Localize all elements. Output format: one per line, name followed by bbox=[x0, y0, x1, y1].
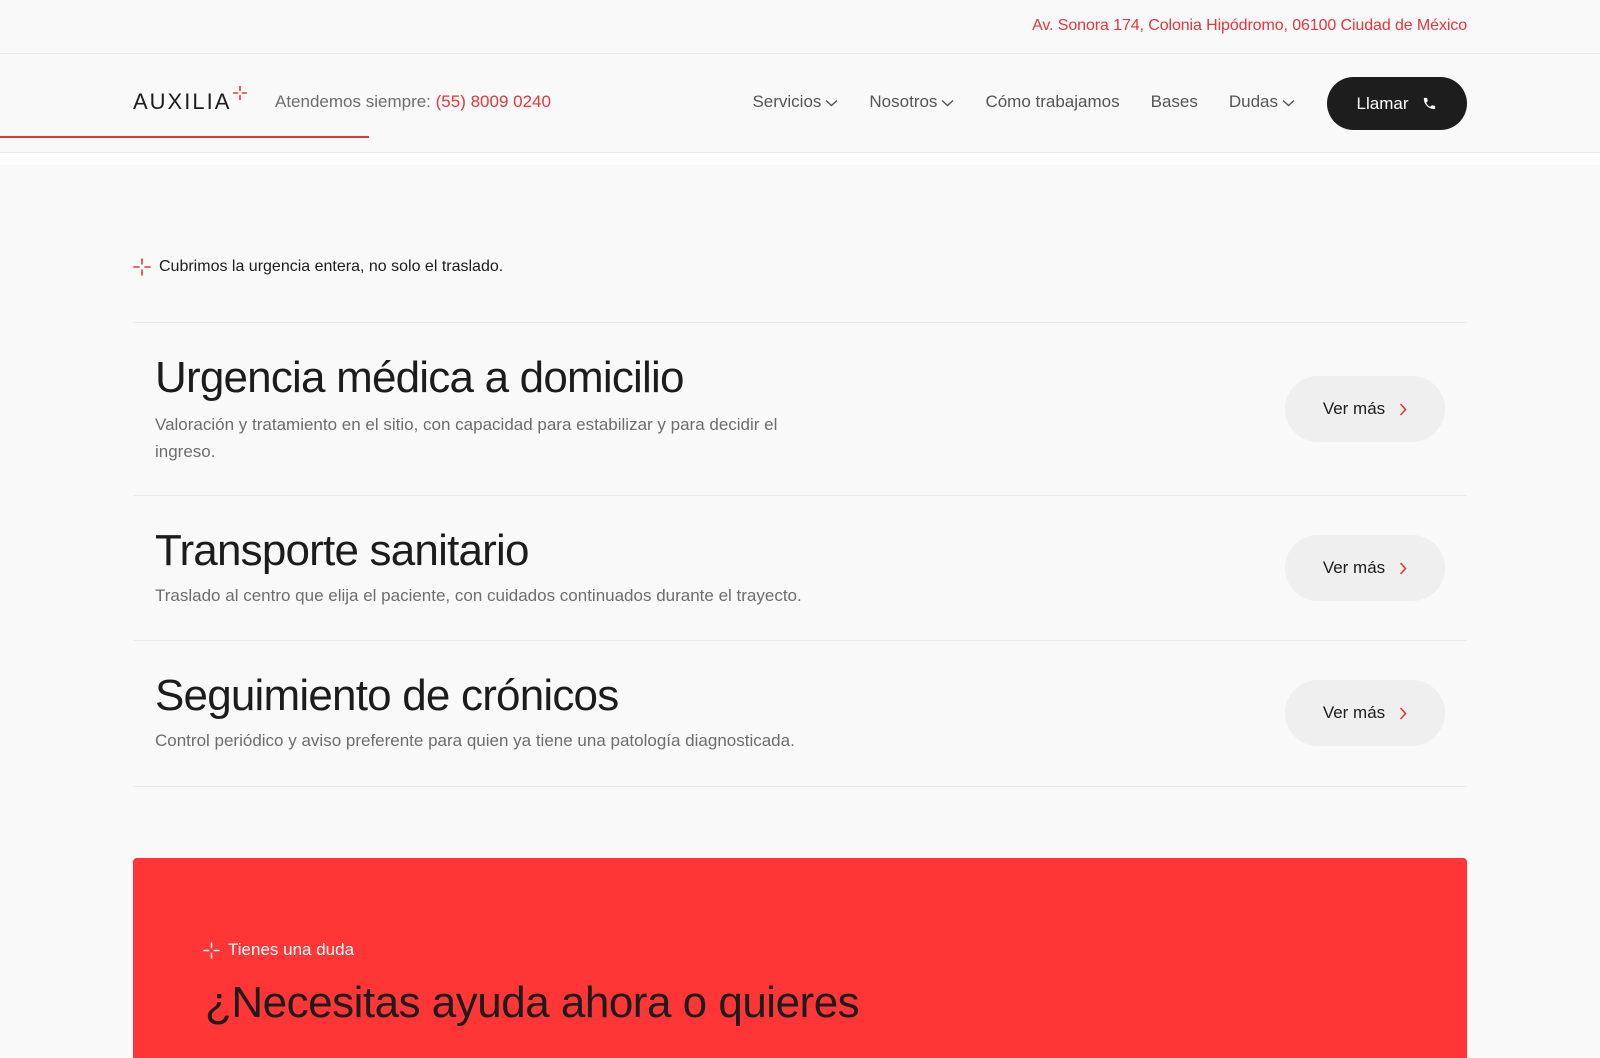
sparkle-icon bbox=[133, 258, 151, 276]
nav-item-bases[interactable]: Bases bbox=[1151, 92, 1198, 112]
header-progress-underline bbox=[0, 136, 369, 138]
service-title: Urgencia médica a domicilio bbox=[155, 353, 684, 402]
call-button[interactable]: Llamar bbox=[1327, 77, 1467, 130]
nav-item-label: Cómo trabajamos bbox=[985, 92, 1120, 111]
cta-eyebrow: Tienes una duda bbox=[203, 940, 354, 960]
nav-item-label: Bases bbox=[1150, 92, 1198, 111]
site-header: AUXILIA Atendemos siempre: (55) 8009 024… bbox=[0, 54, 1600, 153]
nav-item-servicios[interactable]: Servicios bbox=[752, 92, 838, 112]
service-item: Seguimiento de crónicos Control periódic… bbox=[133, 641, 1467, 787]
header-spacer bbox=[0, 153, 1600, 165]
cta-title: ¿Necesitas ayuda ahora o quieres bbox=[205, 978, 860, 1027]
nav-item-label: Servicios bbox=[752, 92, 822, 111]
service-title: Transporte sanitario bbox=[155, 526, 529, 575]
services-eyebrow-text: Cubrimos la urgencia entera, no solo el … bbox=[159, 258, 504, 275]
nav-item-label: Dudas bbox=[1228, 92, 1278, 111]
phone-icon bbox=[1424, 97, 1436, 110]
ver-mas-label: Ver más bbox=[1322, 703, 1386, 722]
chevron-right-icon bbox=[1400, 561, 1407, 575]
nav-item-dudas[interactable]: Dudas bbox=[1229, 92, 1295, 112]
hotline-label: Atendemos siempre: bbox=[275, 92, 436, 111]
hotline-phone-link[interactable]: (55) 8009 0240 bbox=[436, 92, 551, 111]
services-list: Urgencia médica a domicilio Valoración y… bbox=[133, 322, 1467, 787]
hotline: Atendemos siempre: (55) 8009 0240 bbox=[275, 92, 551, 112]
service-item: Urgencia médica a domicilio Valoración y… bbox=[133, 323, 1467, 496]
nav-item-como-trabajamos[interactable]: Cómo trabajamos bbox=[985, 92, 1119, 112]
chevron-right-icon bbox=[1400, 706, 1407, 720]
chevron-down-icon bbox=[941, 99, 954, 107]
top-bar: Av. Sonora 174, Colonia Hipódromo, 06100… bbox=[0, 0, 1600, 54]
services-eyebrow: Cubrimos la urgencia entera, no solo el … bbox=[133, 258, 503, 276]
nav-item-nosotros[interactable]: Nosotros bbox=[869, 92, 954, 112]
ver-mas-label: Ver más bbox=[1322, 399, 1386, 418]
nav-item-label: Nosotros bbox=[869, 92, 938, 111]
logo[interactable]: AUXILIA bbox=[133, 86, 248, 114]
sparkle-icon bbox=[203, 941, 220, 959]
ver-mas-label: Ver más bbox=[1322, 558, 1386, 577]
ver-mas-button[interactable]: Ver más bbox=[1285, 535, 1445, 601]
ver-mas-button[interactable]: Ver más bbox=[1285, 376, 1445, 442]
ver-mas-button[interactable]: Ver más bbox=[1285, 680, 1445, 746]
cta-eyebrow-text: Tienes una duda bbox=[228, 940, 355, 959]
address-text: Av. Sonora 174, Colonia Hipódromo, 06100… bbox=[1032, 17, 1467, 34]
cta-section: Tienes una duda ¿Necesitas ayuda ahora o… bbox=[133, 858, 1467, 1058]
chevron-right-icon bbox=[1400, 402, 1407, 416]
chevron-down-icon bbox=[825, 99, 838, 107]
sparkle-logo-icon bbox=[233, 86, 248, 100]
call-button-label: Llamar bbox=[1356, 93, 1409, 113]
logo-text: AUXILIA bbox=[133, 89, 232, 114]
service-description: Control periódico y aviso preferente par… bbox=[155, 731, 795, 750]
chevron-down-icon bbox=[1282, 99, 1295, 107]
service-description: Valoración y tratamiento en el sitio, co… bbox=[155, 415, 778, 461]
service-item: Transporte sanitario Traslado al centro … bbox=[133, 496, 1467, 641]
main-nav: Servicios Nosotros Cómo trabajamos Bases… bbox=[721, 92, 1295, 112]
service-title: Seguimiento de crónicos bbox=[155, 671, 619, 720]
service-description: Traslado al centro que elija el paciente… bbox=[155, 586, 802, 605]
